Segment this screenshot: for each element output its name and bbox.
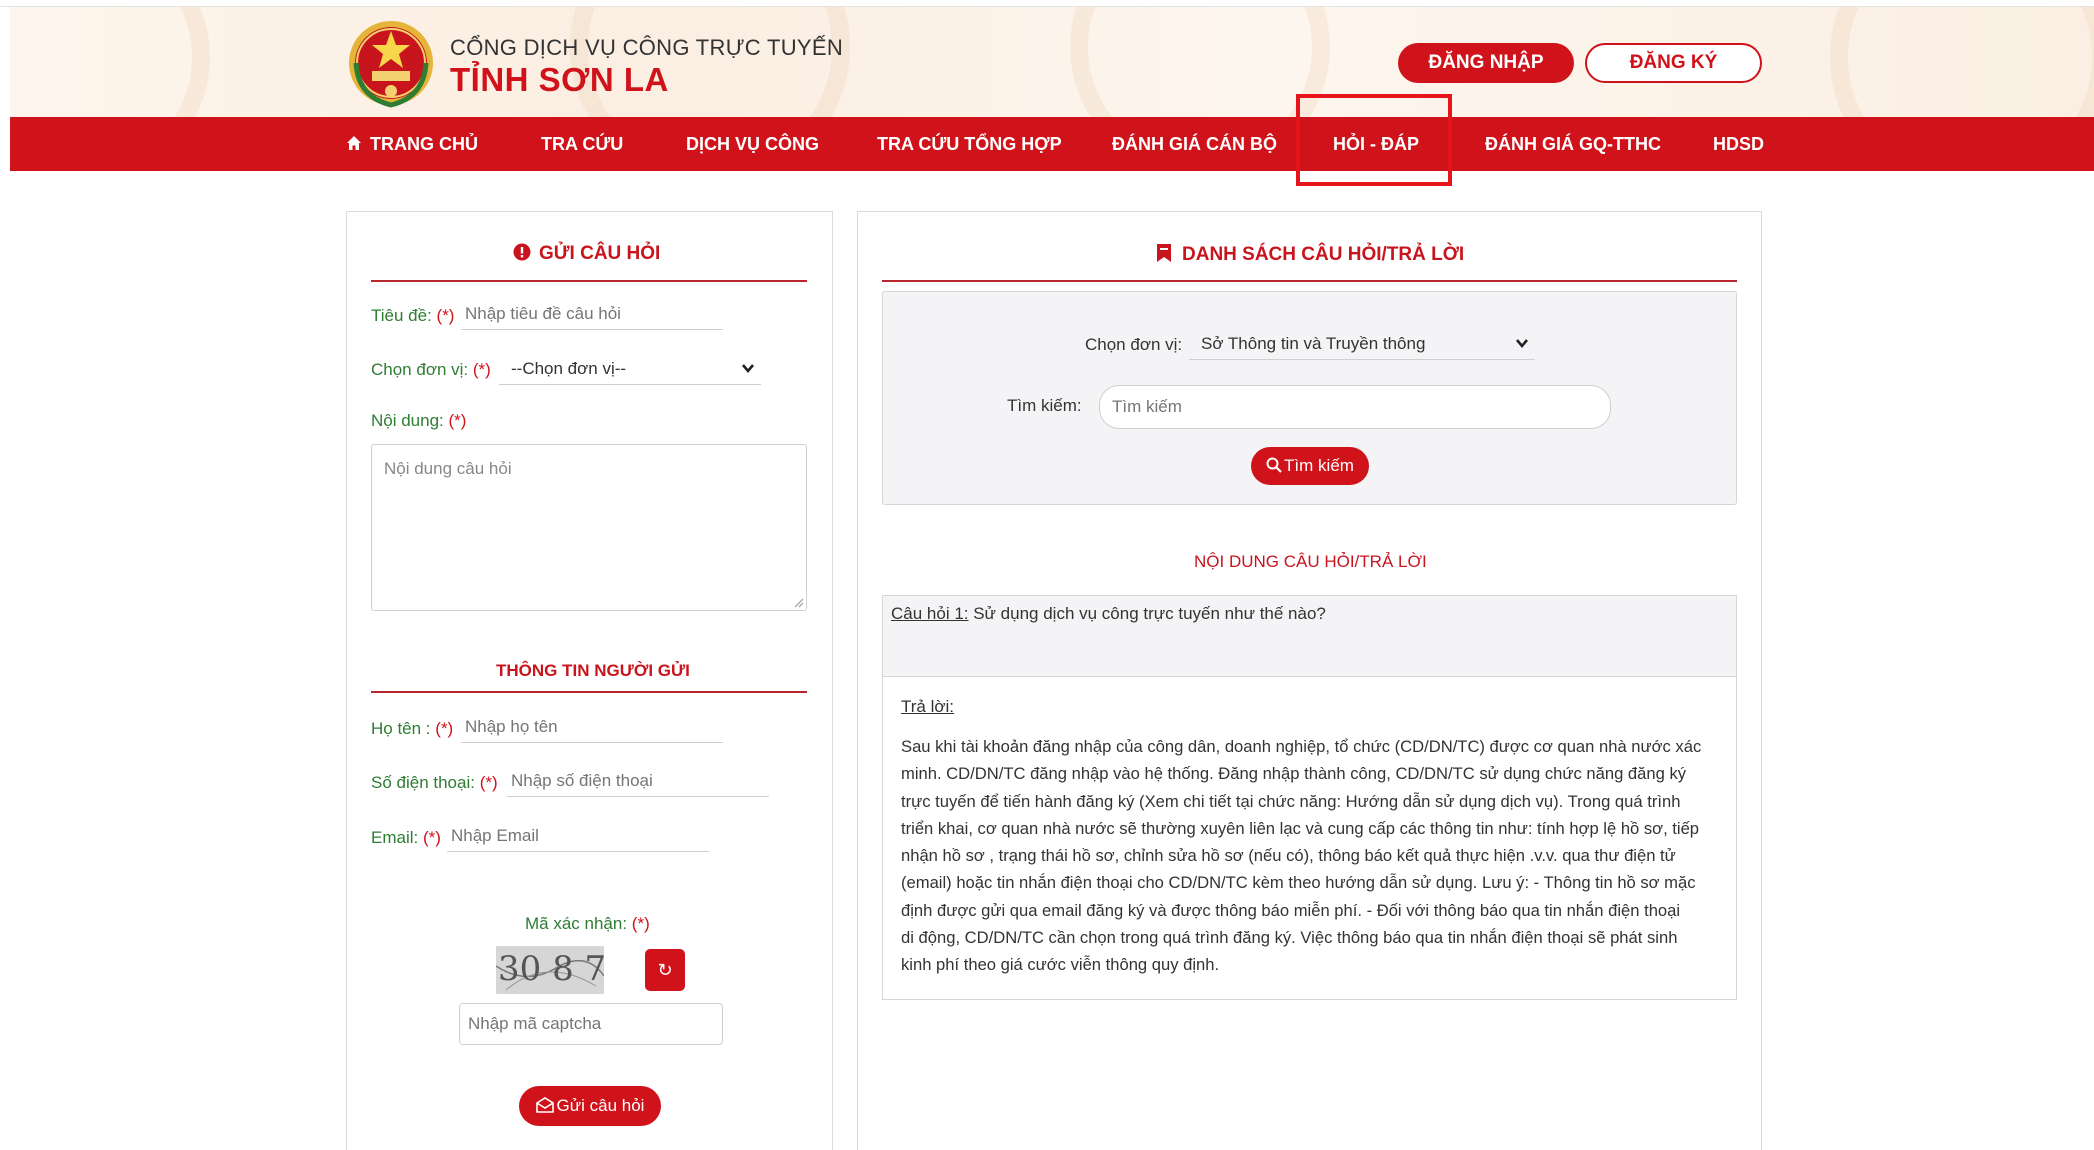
content-textarea[interactable]: Nội dung câu hỏi	[371, 444, 807, 611]
sender-divider	[371, 691, 807, 693]
nav-item-general-lookup[interactable]: TRA CỨU TỔNG HỢP	[877, 117, 1062, 171]
portal-subtitle: CỔNG DỊCH VỤ CÔNG TRỰC TUYẾN	[450, 35, 844, 60]
name-input[interactable]	[461, 711, 723, 743]
title-divider	[371, 280, 807, 282]
captcha-refresh-button[interactable]: ↻	[645, 949, 685, 991]
email-input[interactable]	[447, 820, 709, 852]
answer-line: kinh phí theo giá cước viễn thông quy đị…	[901, 955, 1220, 975]
bookmark-icon	[1157, 244, 1171, 262]
qa-search-button-label: Tìm kiếm	[1284, 456, 1354, 475]
qa-unit-select[interactable]: Sở Thông tin và Truyền thông	[1189, 328, 1535, 360]
phone-input[interactable]	[507, 765, 769, 797]
question-number: Câu hỏi 1:	[891, 604, 969, 623]
answer-line: triển khai, cơ quan nhà nước sẽ thường x…	[901, 818, 1700, 838]
qa-search-label: Tìm kiếm:	[1007, 396, 1082, 415]
answer-line: Sau khi tài khoản đăng nhập của công dân…	[901, 737, 1702, 756]
qa-list-title-text: DANH SÁCH CÂU HỎI/TRẢ LỜI	[1182, 244, 1465, 265]
qa-list-panel: DANH SÁCH CÂU HỎI/TRẢ LỜI Chọn đơn vị: S…	[857, 211, 1762, 1150]
name-label: Họ tên : (*)	[371, 719, 454, 738]
resize-grip-icon[interactable]	[792, 596, 804, 608]
qa-filter-box: Chọn đơn vị: Sở Thông tin và Truyền thôn…	[882, 291, 1737, 505]
answer-line: trực tuyến để tiến hành đăng ký (Xem chi…	[901, 791, 1681, 811]
captcha-label: Mã xác nhận: (*)	[525, 914, 650, 933]
info-circle-icon	[513, 243, 531, 261]
title-divider	[882, 280, 1737, 282]
ask-question-title-text: GỬI CÂU HỎI	[539, 243, 661, 264]
submit-question-button[interactable]: Gửi câu hỏi	[519, 1086, 661, 1126]
question-text: Câu hỏi 1: Sử dụng dịch vụ công trực tuy…	[891, 604, 1326, 624]
nav-item-public-services[interactable]: DỊCH VỤ CÔNG	[686, 117, 819, 171]
chevron-down-icon	[1516, 339, 1528, 349]
nav-item-procedure-evaluation[interactable]: ĐÁNH GIÁ GQ-TTHC	[1485, 117, 1661, 171]
answer-line: định được gửi qua email đăng ký và được …	[901, 900, 1681, 920]
phone-label: Số điện thoại: (*)	[371, 773, 498, 792]
answer-line: (email) hoặc tin nhắn điện thoại cho CD/…	[901, 873, 1696, 893]
nav-item-home[interactable]: TRANG CHỦ	[346, 117, 478, 171]
question-content: Sử dụng dịch vụ công trực tuyến như thế …	[968, 604, 1326, 623]
envelope-icon	[535, 1097, 554, 1113]
content-placeholder: Nội dung câu hỏi	[384, 459, 512, 478]
site-header: CỔNG DỊCH VỤ CÔNG TRỰC TUYẾN TỈNH SƠN LA…	[10, 7, 2094, 117]
answer-line: minh. CD/DN/TC đăng nhập vào hệ thống. Đ…	[901, 764, 1687, 784]
content-label: Nội dung: (*)	[371, 411, 467, 430]
answer-text: Sau khi tài khoản đăng nhập của công dân…	[901, 733, 1723, 979]
answer-line: di động, CD/DN/TC cần chọn trong quá trì…	[901, 928, 1678, 948]
qa-unit-label: Chọn đơn vị:	[1085, 335, 1183, 354]
qa-unit-select-value: Sở Thông tin và Truyền thông	[1201, 334, 1426, 353]
captcha-input[interactable]	[459, 1003, 723, 1045]
main-navigation: TRANG CHỦ TRA CỨU DỊCH VỤ CÔNG TRA CỨU T…	[10, 117, 2094, 171]
nav-item-lookup[interactable]: TRA CỨU	[541, 117, 623, 171]
ask-question-title: GỬI CÂU HỎI	[513, 243, 660, 265]
nav-item-label: TRANG CHỦ	[370, 134, 478, 154]
header-pattern	[1830, 7, 2094, 117]
header-pattern	[1070, 7, 1330, 117]
unit-label: Chọn đơn vị: (*)	[371, 360, 491, 379]
qa-content-title: NỘI DUNG CÂU HỎI/TRẢ LỜI	[1194, 552, 1427, 571]
nav-item-guide[interactable]: HDSD	[1713, 117, 1764, 171]
sender-info-title: THÔNG TIN NGƯỜI GỬI	[496, 661, 690, 680]
subject-label: Tiêu đề: (*)	[371, 306, 455, 325]
nav-item-staff-evaluation[interactable]: ĐÁNH GIÁ CÁN BỘ	[1112, 117, 1277, 171]
refresh-icon: ↻	[657, 960, 673, 980]
register-button[interactable]: ĐĂNG KÝ	[1585, 43, 1762, 83]
email-label: Email: (*)	[371, 828, 441, 847]
qa-list-title: DANH SÁCH CÂU HỎI/TRẢ LỜI	[1156, 243, 1464, 266]
qa-search-input[interactable]	[1099, 385, 1611, 429]
captcha-image-graphic: 30 8 7	[496, 946, 604, 994]
question-item[interactable]: Câu hỏi 1: Sử dụng dịch vụ công trực tuy…	[882, 595, 1737, 677]
answer-label: Trả lời:	[901, 697, 955, 716]
home-icon	[347, 136, 361, 150]
captcha-text: 30 8 7	[498, 949, 604, 989]
subject-input[interactable]	[461, 298, 723, 330]
unit-select[interactable]: --Chọn đơn vị--	[499, 353, 761, 385]
unit-select-value: --Chọn đơn vị--	[511, 359, 627, 378]
active-tab-highlight	[1296, 94, 1452, 186]
search-icon	[1266, 457, 1282, 473]
login-button[interactable]: ĐĂNG NHẬP	[1398, 43, 1574, 83]
province-title[interactable]: TỈNH SƠN LA	[450, 61, 669, 99]
qa-search-button[interactable]: Tìm kiếm	[1251, 447, 1369, 485]
answer-item: Trả lời: Sau khi tài khoản đăng nhập của…	[882, 676, 1737, 1000]
emblem-logo[interactable]	[346, 15, 436, 111]
ask-question-panel: GỬI CÂU HỎI Tiêu đề: (*) Chọn đơn vị: (*…	[346, 211, 833, 1150]
captcha-image: 30 8 7	[496, 946, 604, 994]
submit-question-label: Gửi câu hỏi	[556, 1096, 645, 1115]
chevron-down-icon	[742, 364, 754, 374]
header-pattern	[10, 7, 210, 117]
answer-line: nhận hồ sơ , trạng thái hồ sơ, chỉnh sửa…	[901, 846, 1676, 866]
